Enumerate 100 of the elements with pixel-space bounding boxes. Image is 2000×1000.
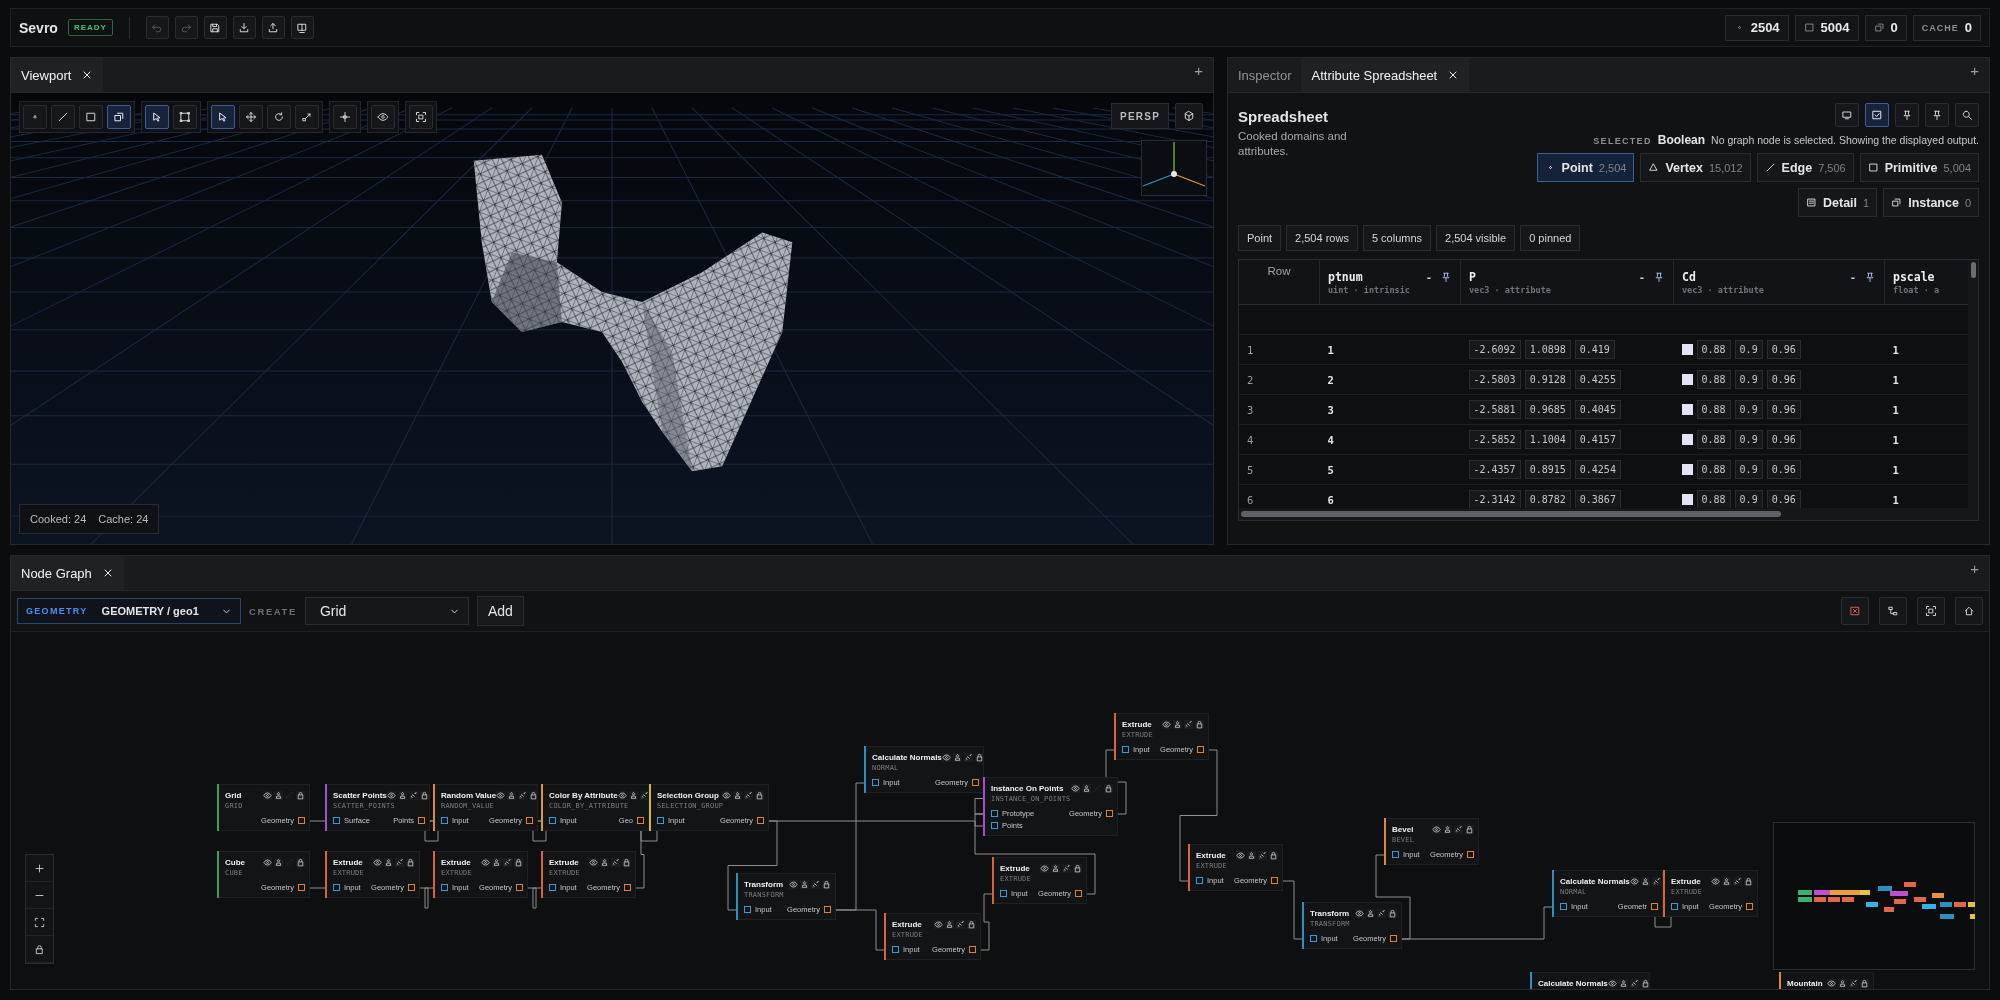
- lock-icon[interactable]: [1744, 877, 1753, 886]
- pin-button[interactable]: [1925, 103, 1949, 127]
- input-port[interactable]: [333, 816, 340, 824]
- graph-node[interactable]: Calculate Normals: [1530, 972, 1650, 989]
- add-tab-button[interactable]: +: [1970, 560, 1979, 577]
- link-icon[interactable]: [408, 791, 418, 800]
- lock-icon[interactable]: [1195, 720, 1204, 729]
- domain-tab[interactable]: Edge 7,506: [1756, 153, 1854, 182]
- lock-icon[interactable]: [1269, 851, 1278, 860]
- eye-icon[interactable]: [1711, 877, 1720, 886]
- axis-gizmo-icon[interactable]: [1141, 140, 1207, 196]
- delete-button[interactable]: [1841, 597, 1869, 625]
- lock-icon[interactable]: [1073, 864, 1082, 873]
- output-port[interactable]: [624, 883, 631, 891]
- lock-icon[interactable]: [1388, 909, 1397, 918]
- panel-tab[interactable]: Attribute Spreadsheet: [1301, 58, 1470, 92]
- eye-icon[interactable]: [263, 791, 272, 800]
- lock-icon[interactable]: [406, 858, 415, 867]
- lock-icon[interactable]: [1860, 979, 1869, 988]
- domain-tab[interactable]: Instance 0: [1883, 188, 1979, 217]
- eye-icon[interactable]: [589, 858, 598, 867]
- input-port[interactable]: [892, 945, 899, 953]
- output-port[interactable]: [757, 816, 764, 824]
- output-port[interactable]: [1746, 902, 1753, 910]
- lock-icon[interactable]: [514, 858, 523, 867]
- column-header[interactable]: Cd: [1682, 270, 1764, 284]
- monitor-button[interactable]: [1835, 103, 1859, 127]
- domain-tab[interactable]: Detail 1: [1798, 188, 1878, 217]
- search-button[interactable]: [1955, 103, 1979, 127]
- output-port[interactable]: [1106, 809, 1113, 817]
- column-menu[interactable]: -: [1849, 271, 1856, 283]
- input-port[interactable]: [1560, 902, 1567, 910]
- eye-icon[interactable]: [934, 920, 943, 929]
- lock-icon[interactable]: [755, 791, 764, 800]
- download-button[interactable]: [232, 16, 256, 39]
- eye-icon[interactable]: [1071, 784, 1080, 793]
- output-port[interactable]: [1197, 745, 1204, 753]
- input-port[interactable]: [1000, 889, 1007, 897]
- cursor-tool[interactable]: [145, 105, 169, 129]
- link-icon[interactable]: [963, 753, 973, 762]
- context-dropdown[interactable]: GEOMETRY GEOMETRY / geo1: [17, 598, 241, 624]
- hierarchy-button[interactable]: [1879, 597, 1907, 625]
- eye-icon[interactable]: [617, 791, 627, 800]
- cube-button[interactable]: [1175, 103, 1203, 129]
- input-port[interactable]: [744, 905, 751, 913]
- cursor-tool[interactable]: [211, 105, 235, 129]
- lock-icon[interactable]: [1104, 784, 1113, 793]
- eye-icon[interactable]: [1629, 877, 1639, 886]
- output-port[interactable]: [418, 816, 425, 824]
- column-header[interactable]: P: [1469, 270, 1551, 284]
- lock-icon[interactable]: [974, 753, 984, 762]
- output-port[interactable]: [969, 945, 976, 953]
- add-button[interactable]: Add: [476, 596, 524, 626]
- pin-icon[interactable]: [1864, 271, 1876, 283]
- lock-icon[interactable]: [296, 858, 305, 867]
- link-icon[interactable]: [1629, 979, 1639, 988]
- lock-icon[interactable]: [967, 920, 976, 929]
- input-port[interactable]: [1122, 745, 1129, 753]
- eye-icon[interactable]: [722, 791, 731, 800]
- input-port[interactable]: [333, 883, 340, 891]
- eye-icon[interactable]: [496, 791, 506, 800]
- column-menu[interactable]: -: [1638, 271, 1645, 283]
- eye-icon[interactable]: [263, 858, 272, 867]
- eye-icon[interactable]: [481, 858, 490, 867]
- eye-icon[interactable]: [386, 791, 396, 800]
- output-port[interactable]: [408, 883, 415, 891]
- domain-tab[interactable]: Primitive 5,004: [1859, 153, 1979, 182]
- box-select-tool[interactable]: [173, 105, 197, 129]
- output-port[interactable]: [972, 778, 979, 786]
- add-tab-button[interactable]: +: [1194, 62, 1203, 79]
- lock-icon[interactable]: [1640, 979, 1650, 988]
- scrollbar[interactable]: [1968, 260, 1978, 508]
- frame-button[interactable]: [1917, 597, 1945, 625]
- lock-icon[interactable]: [822, 880, 831, 889]
- graph-node[interactable]: Mountain: [1779, 972, 1874, 989]
- upload-button[interactable]: [261, 16, 285, 39]
- eye-icon[interactable]: [1236, 851, 1245, 860]
- scale-tool[interactable]: [295, 105, 319, 129]
- eye-icon[interactable]: [1432, 825, 1441, 834]
- lock-icon[interactable]: [419, 791, 429, 800]
- pin-icon[interactable]: [1440, 271, 1452, 283]
- domain-tab[interactable]: Vertex 15,012: [1640, 153, 1751, 182]
- lock-icon[interactable]: [529, 791, 539, 800]
- rotate-tool[interactable]: [267, 105, 291, 129]
- eye-icon[interactable]: [373, 858, 382, 867]
- input-port[interactable]: [872, 778, 879, 786]
- input-port[interactable]: [1671, 902, 1678, 910]
- input-port[interactable]: [1310, 934, 1317, 942]
- output-port[interactable]: [298, 816, 305, 824]
- square-tool[interactable]: [79, 105, 103, 129]
- node-type-dropdown[interactable]: Grid: [304, 597, 469, 625]
- move-tool[interactable]: [239, 105, 263, 129]
- panel-tab[interactable]: Viewport: [11, 58, 104, 92]
- output-port[interactable]: [526, 816, 533, 824]
- column-header[interactable]: pscale: [1893, 270, 1940, 284]
- output-port[interactable]: [1390, 934, 1397, 942]
- output-port[interactable]: [637, 816, 644, 824]
- output-port[interactable]: [516, 883, 523, 891]
- eye-icon[interactable]: [1040, 864, 1049, 873]
- input-port[interactable]: [1196, 876, 1203, 884]
